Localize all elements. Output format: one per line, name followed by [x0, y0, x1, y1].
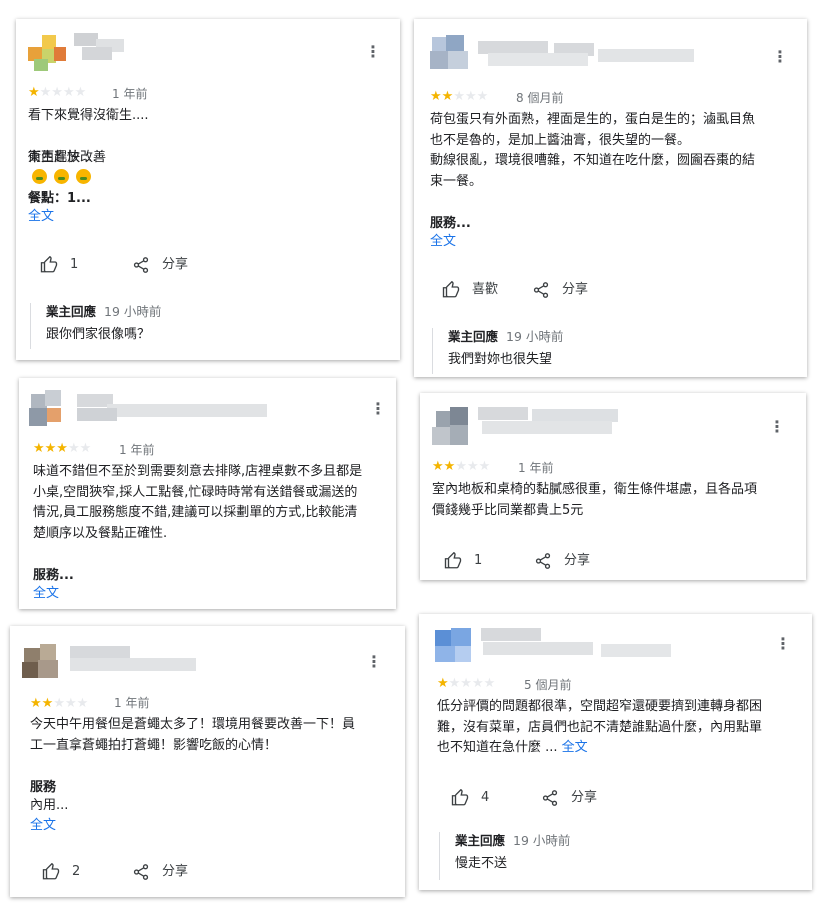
review-card-1: ⋮ ★★★★★ 1 年前 看下來覺得沒衛生.... 衛生趕快改善 東西亂放 ..…	[16, 19, 400, 360]
review-line-1: 看下來覺得沒衛生....	[28, 108, 149, 123]
review-card-2: ⋮ ★★★★★ 8 個月前 荷包蛋只有外面熟，裡面是生的，蛋白是生的；滷虱目魚 …	[414, 19, 807, 377]
nauseated-face-icon	[32, 169, 47, 184]
rating-stars: ★★★★★	[33, 441, 92, 456]
more-options-icon[interactable]: ⋮	[365, 42, 381, 62]
review-date: 1 年前	[112, 87, 148, 101]
review-category: 服務	[30, 780, 57, 795]
review-date: 8 個月前	[516, 91, 564, 105]
owner-reply-text: 我們對妳也很失望	[448, 352, 553, 367]
nauseated-face-icon	[54, 169, 69, 184]
full-text-link[interactable]: 全文	[30, 816, 56, 836]
review-category-value: 內用...	[30, 798, 69, 813]
like-count: 2	[72, 864, 81, 879]
share-icon	[535, 553, 551, 569]
review-card-3: ⋮ ★★★★★ 1 年前 味道不錯但不至於到需要刻意去排隊,店裡桌數不多且都是 …	[19, 378, 396, 609]
owner-reply-text: 跟你們家很像嗎？	[46, 327, 151, 342]
more-options-icon[interactable]: ⋮	[772, 47, 788, 67]
full-text-link[interactable]: 全文	[28, 207, 54, 227]
thumbs-up-icon	[444, 552, 462, 569]
reviewer-name-blurred[interactable]	[481, 628, 691, 657]
like-button[interactable]: 1	[444, 551, 482, 571]
share-label: 分享	[562, 282, 589, 297]
review-category: 服務...	[33, 568, 74, 583]
reviewer-name-blurred[interactable]	[478, 41, 698, 67]
reviewer-name-blurred[interactable]	[74, 33, 134, 60]
review-category: 餐點：1...	[28, 191, 91, 206]
share-label: 分享	[571, 790, 598, 805]
review-card-4: ⋮ ★★★★★ 1 年前 室內地板和桌椅的黏膩感很重，衛生條件堪慮，且各品項 價…	[420, 393, 806, 580]
like-button[interactable]: 2	[42, 862, 80, 882]
owner-reply: 業主回應 19 小時前 跟你們家很像嗎？	[30, 303, 380, 349]
review-date: 1 年前	[119, 443, 155, 457]
like-count: 4	[481, 790, 490, 805]
reviewer-avatar[interactable]	[29, 388, 69, 428]
share-button[interactable]: 分享	[132, 255, 188, 275]
reviewer-name-blurred[interactable]	[77, 394, 277, 421]
like-label: 喜歡	[472, 282, 499, 297]
share-button[interactable]: 分享	[541, 788, 597, 808]
like-count: 1	[474, 553, 483, 568]
review-category: 服務...	[430, 216, 471, 231]
share-label: 分享	[564, 553, 591, 568]
reviewer-avatar[interactable]	[435, 626, 475, 666]
full-text-link[interactable]: 全文	[33, 584, 59, 604]
full-text-link[interactable]: 全文	[430, 232, 456, 252]
more-options-icon[interactable]: ⋮	[366, 652, 382, 672]
share-icon	[542, 790, 558, 806]
reviewer-avatar[interactable]	[430, 33, 470, 73]
like-count: 1	[70, 257, 79, 272]
review-date: 1 年前	[518, 461, 554, 475]
rating-stars: ★★★★★	[430, 89, 489, 104]
share-label: 分享	[162, 257, 189, 272]
review-text: 味道不錯但不至於到需要刻意去排隊,店裡桌數不多且都是 小桌,空間狹窄,採人工點餐…	[33, 464, 363, 541]
rating-stars: ★★★★★	[30, 696, 89, 711]
owner-reply-header: 業主回應 19 小時前	[46, 304, 162, 319]
reviewer-avatar[interactable]	[432, 407, 472, 447]
reviewer-avatar[interactable]	[22, 640, 62, 680]
review-text: 荷包蛋只有外面熟，裡面是生的，蛋白是生的；滷虱目魚 也不是魯的，是加上醬油膏，很…	[430, 112, 756, 189]
like-button[interactable]: 1	[40, 255, 78, 275]
like-button[interactable]: 4	[451, 788, 489, 808]
thumbs-up-icon	[42, 863, 60, 880]
owner-reply-header: 業主回應 19 小時前	[455, 833, 571, 848]
more-options-icon[interactable]: ⋮	[775, 634, 791, 654]
share-icon	[133, 257, 149, 273]
review-text: 室內地板和桌椅的黏膩感很重，衛生條件堪慮，且各品項 價錢幾乎比同業都貴上5元	[432, 482, 758, 518]
like-button[interactable]: 喜歡	[442, 280, 498, 300]
review-card-5: ⋮ ★★★★★ 1 年前 今天中午用餐但是蒼蠅太多了！環境用餐要改善一下！員 工…	[10, 626, 405, 897]
share-icon	[533, 282, 549, 298]
rating-stars: ★★★★★	[437, 676, 496, 691]
review-date: 5 個月前	[524, 678, 572, 692]
owner-reply-text: 慢走不送	[455, 856, 508, 871]
reviewer-name-blurred[interactable]	[70, 646, 200, 672]
review-card-6: ⋮ ★★★★★ 5 個月前 低分評價的問題都很準，空間超窄還硬要擠到連轉身都困 …	[419, 614, 812, 890]
reviewer-avatar[interactable]	[28, 33, 68, 73]
review-date: 1 年前	[114, 696, 150, 710]
owner-reply: 業主回應 19 小時前 我們對妳也很失望	[432, 328, 782, 374]
owner-reply-header: 業主回應 19 小時前	[448, 329, 564, 344]
thumbs-up-icon	[442, 281, 460, 298]
more-options-icon[interactable]: ⋮	[769, 417, 785, 437]
share-button[interactable]: 分享	[532, 280, 588, 300]
nauseated-face-icon	[76, 169, 91, 184]
share-label: 分享	[162, 864, 189, 879]
review-text: 今天中午用餐但是蒼蠅太多了！環境用餐要改善一下！員 工一直拿蒼蠅拍打蒼蠅！影響吃…	[30, 717, 356, 753]
owner-reply: 業主回應 19 小時前 慢走不送	[439, 832, 789, 880]
rating-stars: ★★★★★	[432, 459, 491, 474]
full-text-link[interactable]: 全文	[562, 740, 588, 755]
share-icon	[133, 864, 149, 880]
thumbs-up-icon	[451, 789, 469, 806]
share-button[interactable]: 分享	[132, 862, 188, 882]
more-options-icon[interactable]: ⋮	[370, 399, 386, 419]
share-button[interactable]: 分享	[534, 551, 590, 571]
thumbs-up-icon	[40, 256, 58, 273]
review-text: 低分評價的問題都很準，空間超窄還硬要擠到連轉身都困 難，沒有菜單，店員們也記不清…	[437, 699, 763, 755]
reviewer-name-blurred[interactable]	[478, 407, 628, 434]
review-line-3: 東西亂放 ...	[28, 150, 97, 165]
rating-stars: ★★★★★	[28, 85, 87, 100]
